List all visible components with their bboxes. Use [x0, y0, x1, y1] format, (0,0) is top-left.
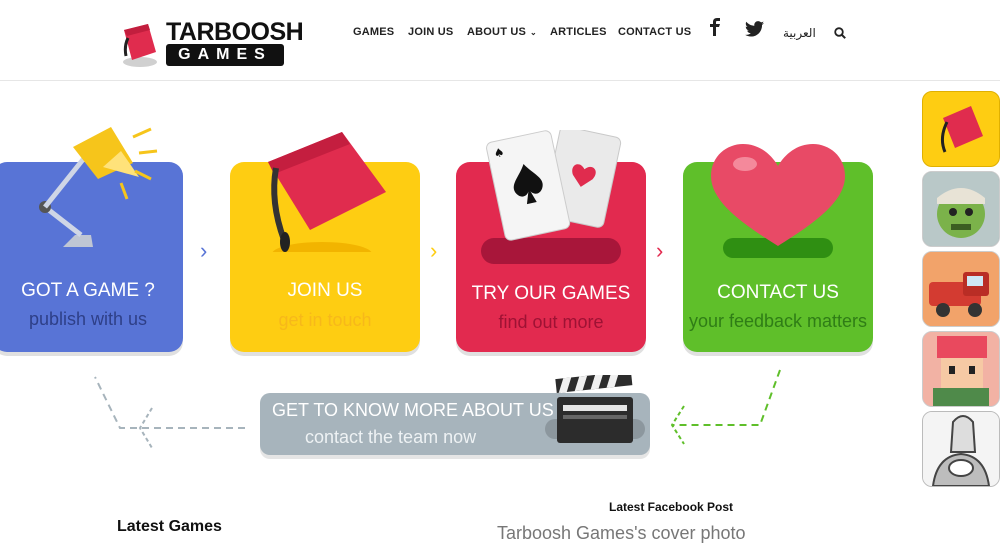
- logo-text-top: TARBOOSH: [166, 18, 304, 46]
- truck-icon: [923, 252, 999, 326]
- latest-games-heading: Latest Games: [117, 518, 222, 535]
- tarboosh-hat-icon: [940, 106, 983, 153]
- game-thumbnail-tarboosh[interactable]: [922, 91, 1000, 167]
- tarboosh-hat-icon: [123, 24, 157, 67]
- about-banner[interactable]: GET TO KNOW MORE ABOUT US contact the te…: [260, 375, 650, 455]
- game-thumbnail-truck[interactable]: [922, 251, 1000, 327]
- tarboosh-hat-icon: [268, 132, 386, 252]
- language-switch-arabic[interactable]: العربية: [783, 26, 816, 40]
- site-header: TARBOOSH GAMES GAMES JOIN US ABOUT US ⌄ A…: [0, 0, 1000, 81]
- card-title: JOIN US: [287, 280, 363, 301]
- card-contact-us[interactable]: CONTACT US your feedback matters: [683, 144, 873, 352]
- chevron-right-icon: ›: [656, 238, 664, 263]
- card-subtitle: find out more: [498, 312, 604, 332]
- zombie-character-icon: [923, 172, 999, 246]
- latest-facebook-heading: Latest Facebook Post: [609, 500, 734, 514]
- chevron-right-icon: ›: [200, 238, 208, 263]
- about-title: GET TO KNOW MORE ABOUT US: [272, 400, 554, 420]
- logo-text-bottom: GAMES: [166, 44, 284, 66]
- card-subtitle: publish with us: [28, 309, 148, 329]
- card-try-games[interactable]: ♠ TRY OUR GAMES find out more: [456, 130, 646, 352]
- nav-contact-us[interactable]: CONTACT US: [618, 26, 691, 38]
- card-title: GOT A GAME ?: [21, 280, 155, 301]
- search-icon[interactable]: [834, 27, 846, 39]
- card-title: CONTACT US: [717, 282, 839, 303]
- chevron-right-icon: ›: [430, 238, 438, 263]
- nav-articles[interactable]: ARTICLES: [550, 26, 607, 38]
- playing-cards-icon: ♠: [486, 130, 622, 241]
- game-thumbnail-character[interactable]: [922, 331, 1000, 407]
- heart-icon: [711, 144, 845, 246]
- facebook-icon[interactable]: [709, 18, 721, 36]
- card-subtitle: get in touch: [278, 310, 372, 330]
- nav-about-us-label: ABOUT US: [467, 26, 527, 38]
- nav-join-us[interactable]: JOIN US: [408, 26, 453, 38]
- card-publish[interactable]: GOT A GAME ? publish with us: [0, 127, 183, 352]
- about-subtitle: contact the team now: [305, 427, 477, 447]
- card-subtitle: your feedback matters: [688, 311, 868, 331]
- pixel-character-icon: [923, 332, 999, 406]
- card-join-us[interactable]: JOIN US get in touch: [230, 132, 420, 352]
- game-thumbnail-zombie[interactable]: [922, 171, 1000, 247]
- sketch-character-icon: [923, 412, 999, 486]
- nav-games[interactable]: GAMES: [353, 26, 394, 38]
- twitter-icon[interactable]: [745, 21, 764, 37]
- clapperboard-icon: [545, 375, 645, 443]
- tarboosh-games-logo[interactable]: TARBOOSH GAMES: [118, 16, 304, 68]
- chevron-down-icon: ⌄: [530, 28, 537, 37]
- card-title: TRY OUR GAMES: [471, 283, 631, 304]
- desk-lamp-icon: [39, 127, 158, 247]
- game-thumbnail-sketch[interactable]: [922, 411, 1000, 487]
- nav-about-us[interactable]: ABOUT US ⌄: [467, 26, 537, 38]
